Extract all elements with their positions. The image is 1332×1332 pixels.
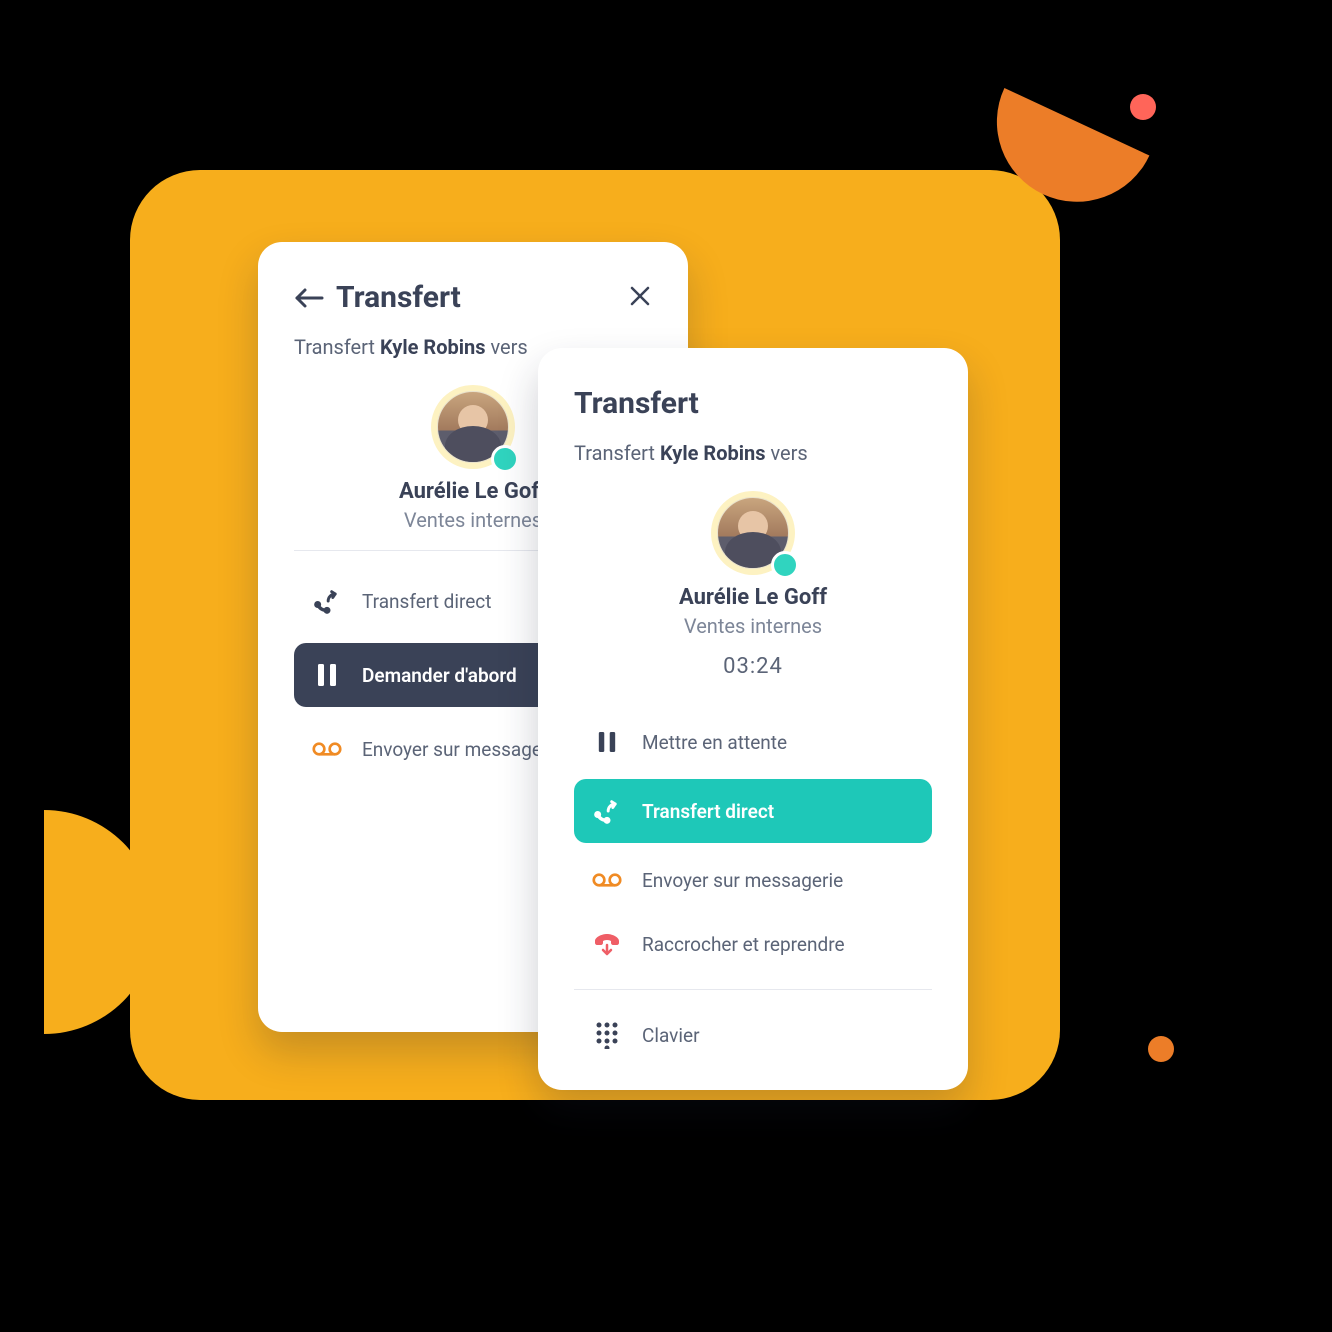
- option-label: Transfert direct: [362, 590, 491, 613]
- option-label: Demander d'abord: [362, 664, 517, 687]
- hangup-icon: [592, 931, 622, 957]
- transfer-panel-active: Transfert Transfert Kyle Robins vers Aur…: [538, 348, 968, 1090]
- transfer-subline: Transfert Kyle Robins vers: [574, 441, 932, 465]
- option-keypad[interactable]: Clavier: [574, 1008, 932, 1062]
- panel-title: Transfert: [574, 386, 699, 421]
- option-hold[interactable]: Mettre en attente: [574, 715, 932, 769]
- decor-dot-red: [1130, 94, 1156, 120]
- option-label: Raccrocher et reprendre: [642, 933, 845, 956]
- option-label: Envoyer sur messagerie: [642, 869, 843, 892]
- option-label: Mettre en attente: [642, 731, 787, 754]
- contact-block: Aurélie Le Goff Ventes internes 03:24: [574, 491, 932, 699]
- option-voicemail[interactable]: Envoyer sur messagerie: [574, 853, 932, 907]
- option-label: Clavier: [642, 1024, 700, 1047]
- option-label: Envoyer sur messagerie: [362, 738, 563, 761]
- call-timer: 03:24: [723, 654, 783, 679]
- presence-dot-icon: [491, 445, 519, 473]
- avatar: [711, 491, 795, 575]
- pause-icon: [312, 662, 342, 688]
- option-label: Transfert direct: [642, 800, 774, 823]
- presence-dot-icon: [771, 551, 799, 579]
- decor-dot-orange: [1148, 1036, 1174, 1062]
- panel-title: Transfert: [336, 280, 461, 315]
- keypad-icon: [592, 1021, 622, 1049]
- option-hangup-resume[interactable]: Raccrocher et reprendre: [574, 917, 932, 971]
- contact-name: Aurélie Le Goff: [399, 479, 547, 504]
- divider: [574, 989, 932, 990]
- voicemail-icon: [312, 739, 342, 759]
- contact-role: Ventes internes: [404, 508, 542, 532]
- option-transfer-direct[interactable]: Transfert direct: [574, 779, 932, 843]
- back-button[interactable]: [294, 286, 324, 310]
- pause-icon: [592, 730, 622, 754]
- transfer-direct-icon: [592, 797, 622, 825]
- contact-role: Ventes internes: [684, 614, 822, 638]
- transfer-direct-icon: [312, 587, 342, 615]
- contact-name: Aurélie Le Goff: [679, 585, 827, 610]
- avatar: [431, 385, 515, 469]
- close-button[interactable]: [628, 284, 652, 312]
- voicemail-icon: [592, 870, 622, 890]
